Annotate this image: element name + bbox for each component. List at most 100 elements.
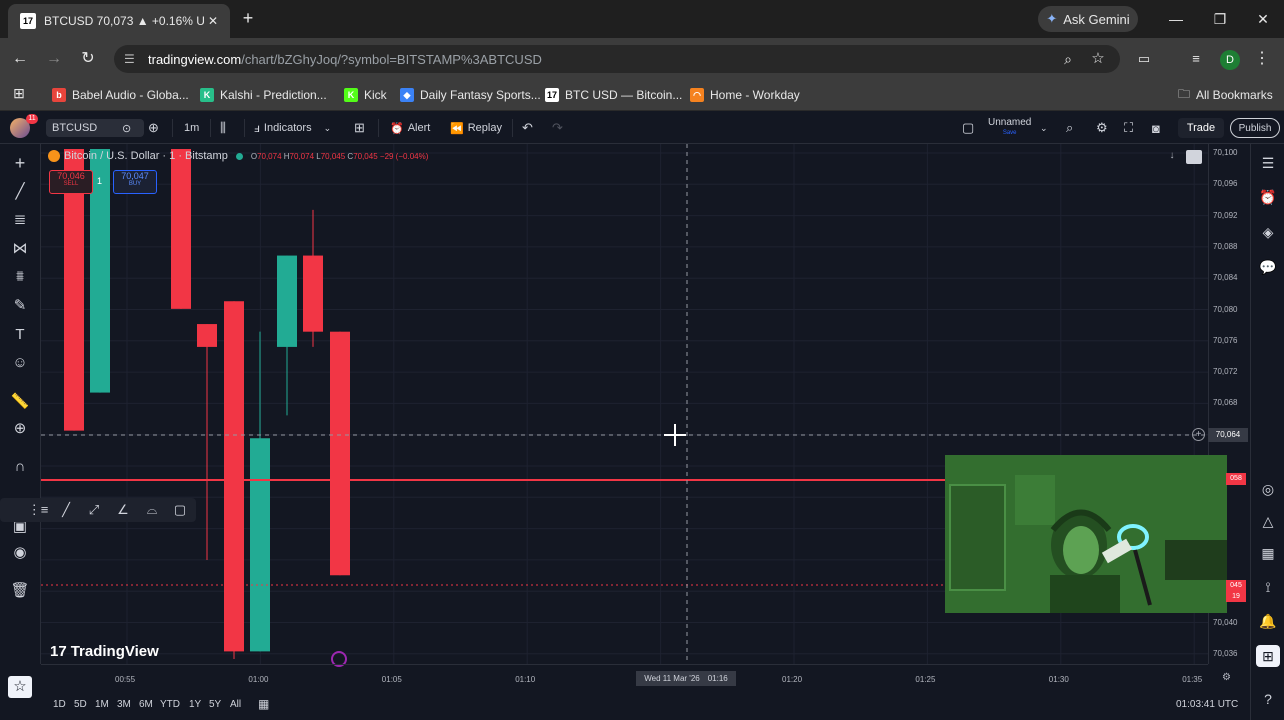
buy-button[interactable]: 70,047 BUY	[113, 170, 157, 194]
notifications-bell-icon[interactable]: 🔔	[1256, 610, 1280, 632]
apps-grid-icon[interactable]: ⊞	[10, 85, 28, 103]
legend-title[interactable]: Bitcoin / U.S. Dollar · 1 · Bitstamp	[64, 150, 228, 162]
streams-icon[interactable]: ⟟	[1256, 576, 1280, 598]
browser-tab[interactable]: 17 BTCUSD 70,073 ▲ +0.16% Unn ✕	[8, 4, 230, 38]
trash-icon[interactable]: 🗑	[8, 580, 32, 602]
trend-line-icon[interactable]: ╱	[8, 181, 32, 203]
range-button[interactable]: All	[230, 699, 241, 710]
fib-retracement-icon[interactable]: ≣	[8, 209, 32, 231]
time-scale[interactable]	[41, 664, 1208, 693]
time-tick-label: 01:35	[1182, 675, 1203, 684]
indicators-button[interactable]: ⅎ Indicators ⌄	[254, 118, 331, 138]
site-info-icon[interactable]: ☰	[124, 52, 138, 66]
range-button[interactable]: 1Y	[189, 699, 201, 710]
polyline-icon[interactable]: ⌓	[141, 499, 163, 521]
interval-button[interactable]: 1m	[184, 118, 199, 138]
utc-clock[interactable]: 01:03:41 UTC	[1176, 699, 1238, 710]
favorites-star-icon[interactable]: ☆	[8, 676, 32, 698]
settings-gear-icon[interactable]: ⚙	[1096, 118, 1108, 138]
scroll-down-icon[interactable]: ↓	[1164, 150, 1180, 164]
media-controls-icon[interactable]: ≡	[1186, 49, 1206, 69]
layout-name-button[interactable]: Unnamed Save	[988, 118, 1031, 138]
ask-gemini-button[interactable]: ✦ Ask Gemini	[1038, 6, 1138, 32]
angle-tool-icon[interactable]: ∠	[112, 499, 134, 521]
bookmark-item[interactable]: ◆ Daily Fantasy Sports...	[400, 85, 541, 105]
quick-search-icon[interactable]: ⌕	[1066, 118, 1073, 138]
pattern-tool-icon[interactable]: ⋈	[8, 238, 32, 260]
undo-icon[interactable]: ↶	[522, 118, 533, 138]
all-bookmarks[interactable]: 🗀 All Bookmarks	[1178, 85, 1273, 105]
close-tab-icon[interactable]: ✕	[204, 14, 222, 28]
text-tool-icon[interactable]: T	[8, 324, 32, 346]
price-tick-label: 70,072	[1213, 367, 1238, 377]
alerts-clock-icon[interactable]: ⏰	[1256, 186, 1280, 208]
brush-icon[interactable]: ✎	[8, 295, 32, 317]
chart-type-candles-icon[interactable]: ⫼	[220, 118, 226, 138]
browser-menu-icon[interactable]: ⋮	[1252, 49, 1272, 69]
bookmark-star-icon[interactable]: ☆	[1088, 49, 1108, 69]
templates-grid-icon[interactable]: ⊞	[354, 118, 365, 138]
add-alert-plus-icon[interactable]: +	[1192, 428, 1205, 441]
layout-square-icon[interactable]: ▢	[962, 118, 974, 138]
range-button[interactable]: 1M	[95, 699, 109, 710]
alert-button[interactable]: ⏰ Alert	[390, 118, 430, 138]
ray-tool-icon[interactable]: ⤢	[83, 499, 105, 521]
cast-icon[interactable]: ▭	[1134, 49, 1154, 69]
calendar-icon[interactable]: ▦	[1256, 542, 1280, 564]
range-button[interactable]: 1D	[53, 699, 66, 710]
order-quantity[interactable]: 1	[97, 176, 102, 186]
legend-ohlc: O70,074 H70,074 L70,045 C70,045 −29 (−0.…	[250, 151, 429, 161]
zoom-in-icon[interactable]: ⊕	[8, 418, 32, 440]
rectangle-tool-icon[interactable]: ▢	[169, 499, 191, 521]
redo-icon[interactable]: ↷	[552, 118, 563, 138]
magnet-icon[interactable]: ∩	[8, 456, 32, 478]
url-bar[interactable]: ☰ tradingview.com /chart/bZGhyJoq/?symbo…	[114, 45, 1120, 73]
maximize-pane-icon[interactable]	[1186, 150, 1202, 164]
profile-avatar[interactable]: D	[1220, 50, 1240, 70]
sell-button[interactable]: 70,046 SELL	[49, 170, 93, 194]
ruler-icon[interactable]: 📏	[8, 391, 32, 413]
watchlist-icon[interactable]: ☰	[1256, 152, 1280, 174]
chevron-down-icon[interactable]: ⌄	[1040, 118, 1048, 138]
eye-icon[interactable]: ◉	[8, 542, 32, 564]
goto-date-calendar-icon[interactable]: ▦	[258, 697, 269, 711]
crosshair-icon[interactable]: +	[8, 152, 32, 174]
bookmark-item[interactable]: K Kalshi - Prediction...	[200, 85, 327, 105]
bookmark-item[interactable]: K Kick	[344, 85, 387, 105]
zoom-icon[interactable]: ⌕	[1058, 49, 1078, 69]
object-tree-icon[interactable]: ◈	[1256, 221, 1280, 243]
compare-symbol-icon[interactable]: ⊙	[122, 118, 131, 138]
minimize-window-icon[interactable]: —	[1164, 9, 1188, 29]
line-tool-icon[interactable]: ╱	[55, 499, 77, 521]
ideas-icon[interactable]: △	[1256, 510, 1280, 532]
camera-snapshot-icon[interactable]: ◙	[1152, 118, 1160, 138]
help-icon[interactable]: ?	[1256, 688, 1280, 710]
bookmark-item[interactable]: ◠ Home - Workday	[690, 85, 800, 105]
new-tab-icon[interactable]: +	[238, 8, 258, 28]
restore-window-icon[interactable]: ❐	[1208, 9, 1232, 29]
reload-icon[interactable]: ↻	[78, 49, 98, 69]
range-button[interactable]: 3M	[117, 699, 131, 710]
forecasting-tool-icon[interactable]: ⩩	[8, 266, 32, 288]
time-settings-icon[interactable]: ⚙	[1222, 672, 1231, 683]
fullscreen-icon[interactable]: ⛶	[1124, 118, 1133, 138]
bookmark-item[interactable]: b Babel Audio - Globa...	[52, 85, 189, 105]
replay-button[interactable]: ⏪ Replay	[450, 118, 502, 138]
range-button[interactable]: 5Y	[209, 699, 221, 710]
emoji-icon[interactable]: ☺	[8, 352, 32, 374]
range-button[interactable]: 5D	[74, 699, 87, 710]
target-icon[interactable]: ◎	[1256, 478, 1280, 500]
products-grid-icon[interactable]: ⊞	[1256, 645, 1280, 667]
publish-button[interactable]: Publish	[1230, 118, 1280, 138]
range-button[interactable]: 6M	[139, 699, 153, 710]
drag-handle-icon[interactable]: ⋮≡	[27, 499, 49, 521]
back-arrow-icon[interactable]: ←	[10, 49, 30, 69]
chat-icon[interactable]: 💬	[1256, 256, 1280, 278]
bookmark-item[interactable]: 17 BTC USD — Bitcoin...	[545, 85, 682, 105]
range-button[interactable]: YTD	[160, 699, 180, 710]
candles-layer	[64, 149, 350, 659]
trade-button[interactable]: Trade	[1178, 118, 1224, 138]
close-window-icon[interactable]: ✕	[1251, 9, 1275, 29]
add-symbol-icon[interactable]: ⊕	[148, 118, 159, 138]
forward-arrow-icon[interactable]: →	[44, 49, 64, 69]
